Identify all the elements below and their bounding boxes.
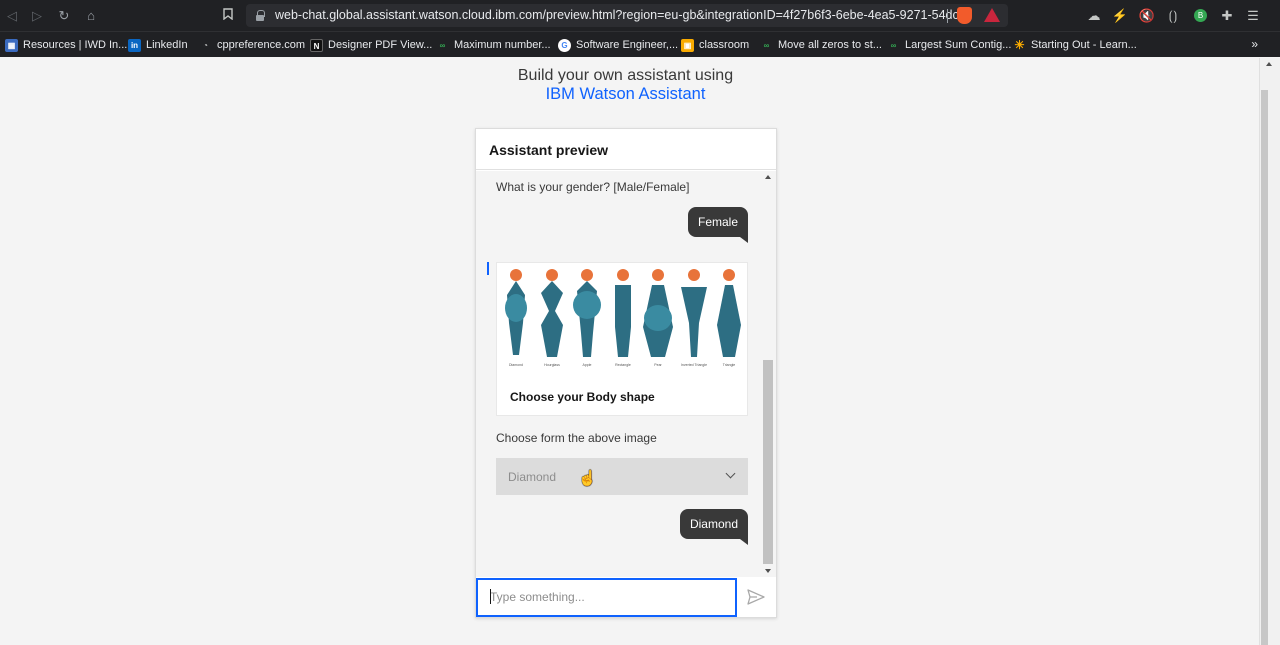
home-icon[interactable]: ⌂ bbox=[81, 6, 101, 26]
bookmark-label: Resources | IWD In... bbox=[23, 39, 128, 51]
bookmark-label: Maximum number... bbox=[454, 39, 551, 51]
figure-triangle bbox=[717, 269, 741, 357]
chevron-down-icon bbox=[725, 468, 736, 479]
mute-tab-icon[interactable]: 🔇 bbox=[1138, 7, 1156, 24]
figure-apple bbox=[573, 269, 601, 357]
figure-inverted-triangle bbox=[681, 269, 707, 357]
forward-icon[interactable]: ▷ bbox=[27, 6, 47, 26]
user-message: Female bbox=[687, 207, 749, 243]
figure-pear bbox=[643, 269, 673, 357]
link-icon: ∞ bbox=[763, 40, 770, 50]
send-icon[interactable] bbox=[747, 589, 765, 605]
shape-label: Diamond bbox=[509, 363, 523, 367]
link-icon: ∞ bbox=[439, 40, 446, 50]
pdf-viewer-icon: N bbox=[310, 38, 323, 52]
bookmark-item[interactable]: ∞ Largest Sum Contig... bbox=[887, 35, 1012, 55]
bookmark-icon[interactable] bbox=[218, 6, 238, 26]
brave-shields-icon[interactable] bbox=[957, 7, 972, 24]
shape-label: Rectangle bbox=[615, 363, 631, 367]
cloud-extension-icon[interactable]: ☁ bbox=[1085, 7, 1103, 24]
bookmark-item[interactable]: in LinkedIn bbox=[128, 35, 188, 55]
chat-scrollbar[interactable] bbox=[762, 171, 774, 577]
figure-hourglass bbox=[541, 269, 563, 357]
bookmark-label: cppreference.com bbox=[217, 39, 306, 51]
figure-diamond bbox=[505, 269, 527, 355]
reload-icon[interactable]: ↻ bbox=[54, 6, 74, 26]
more-bookmarks-button[interactable]: » bbox=[1251, 37, 1258, 51]
page-scroll-thumb[interactable] bbox=[1261, 90, 1268, 645]
page-scroll-up-icon[interactable] bbox=[1266, 62, 1272, 66]
bookmark-label: Largest Sum Contig... bbox=[905, 39, 1012, 51]
page-content: Build your own assistant using IBM Watso… bbox=[0, 58, 1259, 645]
bookmarks-bar: ▦ Resources | IWD In... in LinkedIn ◔ cp… bbox=[0, 31, 1280, 57]
bookmark-label: Software Engineer,... bbox=[576, 39, 679, 51]
body-shapes-image: Diamond Hourglass Apple Rectangle Pear I… bbox=[497, 263, 747, 371]
bookmark-item[interactable]: ◔ cppreference.com bbox=[199, 35, 305, 55]
bookmark-label: LinkedIn bbox=[146, 39, 188, 51]
brave-rewards-icon[interactable] bbox=[984, 8, 1000, 22]
watson-assistant-link[interactable]: IBM Watson Assistant bbox=[0, 85, 1251, 104]
page-headline: Build your own assistant using IBM Watso… bbox=[0, 66, 1251, 104]
url-text[interactable]: web-chat.global.assistant.watson.cloud.i… bbox=[275, 8, 965, 22]
bookmark-label: Move all zeros to st... bbox=[778, 39, 882, 51]
card-title: Choose your Body shape bbox=[510, 390, 655, 404]
puzzle-extensions-icon[interactable]: ✚ bbox=[1218, 7, 1236, 24]
shape-label: Pear bbox=[654, 363, 662, 367]
message-focus-indicator bbox=[487, 262, 489, 275]
classroom-icon: ▣ bbox=[681, 38, 694, 52]
bookmark-label: Designer PDF View... bbox=[328, 39, 433, 51]
address-bar[interactable]: web-chat.global.assistant.watson.cloud.i… bbox=[246, 4, 1008, 27]
bookmark-label: Starting Out - Learn... bbox=[1031, 39, 1137, 51]
text-caret bbox=[490, 589, 491, 604]
headline-text: Build your own assistant using bbox=[517, 67, 734, 84]
bookmark-item[interactable]: ☀ Starting Out - Learn... bbox=[1013, 35, 1137, 55]
dropdown-selected-value: Diamond bbox=[508, 470, 557, 484]
bot-message: Choose form the above image bbox=[496, 431, 657, 445]
shape-label: Triangle bbox=[723, 363, 736, 367]
figure-rectangle bbox=[615, 269, 631, 357]
bookmark-item[interactable]: N Designer PDF View... bbox=[310, 35, 432, 55]
back-icon[interactable]: ◁ bbox=[2, 6, 22, 26]
message-composer: Type something... bbox=[476, 578, 776, 617]
cppreference-icon: ◔ bbox=[203, 40, 208, 50]
link-icon: ∞ bbox=[890, 40, 897, 50]
iwd-icon: ▦ bbox=[5, 38, 18, 52]
profile-extension-icon[interactable]: B bbox=[1194, 9, 1207, 22]
body-shape-dropdown[interactable]: Diamond bbox=[496, 458, 748, 495]
bot-message: What is your gender? [Male/Female] bbox=[496, 180, 690, 194]
bookmark-item[interactable]: ▦ Resources | IWD In... bbox=[5, 35, 127, 55]
browser-toolbar: ◁ ▷ ↻ ⌂ web-chat.global.assistant.watson… bbox=[0, 0, 1280, 31]
sun-icon: ☀ bbox=[1014, 37, 1025, 52]
pointer-cursor-icon: ☝ bbox=[578, 470, 597, 487]
user-message: Diamond bbox=[679, 509, 749, 545]
shape-label: Apple bbox=[583, 363, 592, 367]
message-input[interactable]: Type something... bbox=[476, 578, 737, 617]
shape-label: Inverted Triangle bbox=[681, 363, 707, 367]
linkedin-icon: in bbox=[128, 38, 141, 52]
bookmark-item[interactable]: G Software Engineer,... bbox=[558, 35, 678, 55]
chat-scroll-thumb[interactable] bbox=[763, 360, 773, 564]
urlbar-divider bbox=[947, 9, 948, 23]
bolt-extension-icon[interactable]: ⚡ bbox=[1111, 7, 1129, 24]
body-shape-card: Diamond Hourglass Apple Rectangle Pear I… bbox=[496, 262, 748, 416]
page-scrollbar[interactable] bbox=[1259, 58, 1280, 645]
assistant-preview-widget: Assistant preview What is your gender? [… bbox=[475, 128, 777, 618]
scroll-down-icon[interactable] bbox=[765, 569, 771, 573]
bookmark-item[interactable]: ∞ Move all zeros to st... bbox=[760, 35, 882, 55]
chat-transcript[interactable]: What is your gender? [Male/Female] Femal… bbox=[476, 171, 776, 577]
bookmark-label: classroom bbox=[699, 39, 750, 51]
shape-label: Hourglass bbox=[544, 363, 560, 367]
widget-title: Assistant preview bbox=[476, 129, 776, 170]
menu-icon[interactable]: ☰ bbox=[1244, 7, 1262, 24]
google-icon: G bbox=[558, 38, 571, 52]
brackets-extension-icon[interactable]: ⟮⟯ bbox=[1164, 7, 1182, 24]
bookmark-item[interactable]: ∞ Maximum number... bbox=[436, 35, 551, 55]
lock-icon bbox=[256, 10, 265, 21]
bookmark-item[interactable]: ▣ classroom bbox=[681, 35, 749, 55]
scroll-up-icon[interactable] bbox=[765, 175, 771, 179]
